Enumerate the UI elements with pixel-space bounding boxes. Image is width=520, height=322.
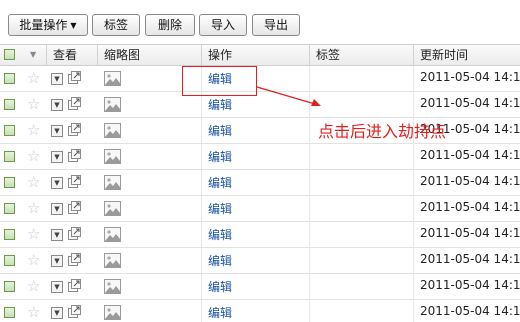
popup-icon[interactable]	[68, 123, 81, 136]
edit-link[interactable]: 编辑	[208, 226, 232, 243]
updated-time: 2011-05-04 14:13:	[420, 304, 520, 318]
updated-time: 2011-05-04 14:14:	[420, 70, 520, 84]
edit-link[interactable]: 编辑	[208, 252, 232, 269]
image-thumbnail-icon[interactable]	[104, 123, 121, 138]
delete-button[interactable]: 删除	[145, 14, 195, 36]
edit-link[interactable]: 编辑	[208, 122, 232, 139]
column-line	[413, 66, 414, 322]
dropdown-icon[interactable]: ▼	[51, 229, 63, 241]
edit-link[interactable]: 编辑	[208, 200, 232, 217]
star-icon[interactable]: ☆	[27, 252, 40, 268]
row-checkbox[interactable]	[4, 255, 15, 266]
row-checkbox[interactable]	[4, 99, 15, 110]
updated-time: 2011-05-04 14:14:	[420, 148, 520, 162]
table-row[interactable]: ☆ ▼ 编辑 2011-05-04 14:14:	[0, 144, 520, 170]
popup-icon[interactable]	[68, 305, 81, 318]
highlight-box	[182, 66, 257, 96]
annotation-text: 点击后进入劫持点	[318, 122, 447, 141]
arrow-icon	[256, 86, 321, 106]
updated-time: 2011-05-04 14:14:	[420, 200, 520, 214]
popup-icon[interactable]	[68, 71, 81, 84]
star-icon[interactable]: ☆	[27, 174, 40, 190]
star-icon[interactable]: ☆	[27, 96, 40, 112]
popup-icon[interactable]	[68, 149, 81, 162]
table-row[interactable]: ☆ ▼ 编辑 2011-05-04 14:14:	[0, 222, 520, 248]
column-header-view[interactable]: 查看	[47, 45, 77, 65]
popup-icon[interactable]	[68, 201, 81, 214]
row-checkbox[interactable]	[4, 307, 15, 318]
row-checkbox[interactable]	[4, 229, 15, 240]
batch-action-label: 批量操作	[19, 18, 68, 32]
table-row[interactable]: ☆ ▼ 编辑 2011-05-04 14:14:	[0, 248, 520, 274]
updated-time: 2011-05-04 14:14:	[420, 226, 520, 240]
star-icon[interactable]: ☆	[27, 148, 40, 164]
star-icon[interactable]: ☆	[27, 122, 40, 138]
dropdown-icon[interactable]: ▼	[51, 151, 63, 163]
dropdown-icon[interactable]: ▼	[51, 125, 63, 137]
toolbar: 批量操作 ▼ 标签 删除 导入 导出	[0, 0, 520, 44]
column-header-updated[interactable]: 更新时间	[414, 45, 468, 65]
row-checkbox[interactable]	[4, 151, 15, 162]
star-icon[interactable]: ☆	[27, 70, 40, 86]
updated-time: 2011-05-04 14:14:	[420, 174, 520, 188]
table-row[interactable]: ☆ ▼ 编辑 2011-05-04 14:14:	[0, 196, 520, 222]
star-icon[interactable]: ☆	[27, 226, 40, 242]
table-row[interactable]: ☆ ▼ 编辑 2011-05-04 14:13:	[0, 300, 520, 322]
row-checkbox[interactable]	[4, 203, 15, 214]
updated-time: 2011-05-04 14:14:	[420, 278, 520, 292]
edit-link[interactable]: 编辑	[208, 96, 232, 113]
image-thumbnail-icon[interactable]	[104, 201, 121, 216]
select-all-checkbox[interactable]	[4, 49, 15, 60]
tag-button[interactable]: 标签	[92, 14, 140, 36]
image-thumbnail-icon[interactable]	[104, 149, 121, 164]
table-row[interactable]: ☆ ▼ 编辑 2011-05-04 14:14:	[0, 274, 520, 300]
edit-link[interactable]: 编辑	[208, 278, 232, 295]
star-icon[interactable]: ☆	[27, 304, 40, 320]
dropdown-icon[interactable]: ▼	[51, 177, 63, 189]
popup-icon[interactable]	[68, 227, 81, 240]
image-thumbnail-icon[interactable]	[104, 175, 121, 190]
row-checkbox[interactable]	[4, 281, 15, 292]
image-thumbnail-icon[interactable]	[104, 71, 121, 86]
dropdown-icon[interactable]: ▼	[51, 281, 63, 293]
popup-icon[interactable]	[68, 279, 81, 292]
image-thumbnail-icon[interactable]	[104, 97, 121, 112]
grid-header: ▼ 查看 缩略图 操作 标签 更新时间	[0, 44, 520, 66]
updated-time: 2011-05-04 14:14:	[420, 96, 520, 110]
batch-action-button[interactable]: 批量操作 ▼	[8, 14, 88, 36]
table-row[interactable]: ☆ ▼ 编辑 2011-05-04 14:14:	[0, 170, 520, 196]
image-thumbnail-icon[interactable]	[104, 253, 121, 268]
column-header-action[interactable]: 操作	[202, 45, 232, 65]
column-header-thumbnail[interactable]: 缩略图	[98, 45, 140, 65]
star-icon[interactable]: ☆	[27, 278, 40, 294]
dropdown-icon[interactable]: ▼	[51, 99, 63, 111]
popup-icon[interactable]	[68, 253, 81, 266]
edit-link[interactable]: 编辑	[208, 148, 232, 165]
image-thumbnail-icon[interactable]	[104, 305, 121, 320]
dropdown-icon[interactable]: ▼	[51, 307, 63, 319]
column-header-tag[interactable]: 标签	[310, 45, 340, 65]
row-checkbox[interactable]	[4, 177, 15, 188]
edit-link[interactable]: 编辑	[208, 174, 232, 191]
dropdown-icon[interactable]: ▼	[51, 73, 63, 85]
popup-icon[interactable]	[68, 97, 81, 110]
caret-down-icon[interactable]: ▼	[30, 50, 36, 59]
image-thumbnail-icon[interactable]	[104, 279, 121, 294]
popup-icon[interactable]	[68, 175, 81, 188]
caret-down-icon: ▼	[70, 21, 77, 30]
export-button[interactable]: 导出	[252, 14, 300, 36]
star-icon[interactable]: ☆	[27, 200, 40, 216]
dropdown-icon[interactable]: ▼	[51, 203, 63, 215]
row-checkbox[interactable]	[4, 73, 15, 84]
column-line	[201, 66, 202, 322]
row-checkbox[interactable]	[4, 125, 15, 136]
updated-time: 2011-05-04 14:14:	[420, 252, 520, 266]
import-button[interactable]: 导入	[199, 14, 247, 36]
edit-link[interactable]: 编辑	[208, 304, 232, 321]
image-thumbnail-icon[interactable]	[104, 227, 121, 242]
dropdown-icon[interactable]: ▼	[51, 255, 63, 267]
